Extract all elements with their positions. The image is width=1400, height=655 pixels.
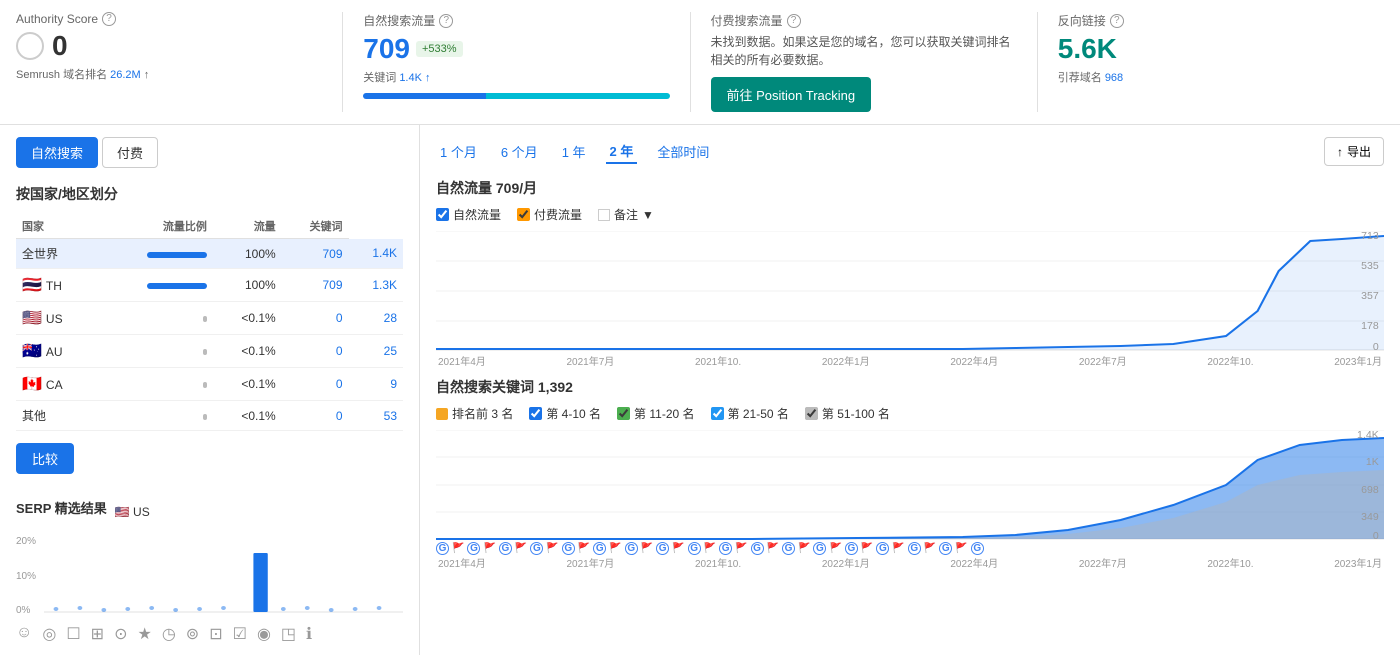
- tab-buttons: 自然搜索 付费: [16, 137, 403, 168]
- g-marker: G: [530, 542, 543, 555]
- col-country: 国家: [16, 214, 94, 239]
- chart1-legend: 自然流量 付费流量 备注 ▼: [436, 206, 1384, 223]
- organic-traffic-info-icon[interactable]: ?: [439, 14, 453, 28]
- kw-top3-dot: [436, 408, 448, 420]
- organic-traffic-checkbox[interactable]: [436, 208, 449, 221]
- serp-region: 🇺🇸 US: [115, 505, 150, 519]
- time-1month[interactable]: 1 个月: [436, 140, 481, 163]
- svg-text:713: 713: [1361, 231, 1379, 242]
- organic-traffic-metric: 自然搜索流量 ? 709 +533% 关键词 1.4K ↑: [343, 12, 690, 112]
- svg-text:535: 535: [1361, 261, 1379, 272]
- g-marker: G: [939, 542, 952, 555]
- time-2years[interactable]: 2 年: [606, 139, 638, 164]
- g-marker: G: [876, 542, 889, 555]
- tab-paid[interactable]: 付费: [102, 137, 158, 168]
- authority-score-label: Authority Score ?: [16, 12, 322, 26]
- left-panel: 自然搜索 付费 按国家/地区划分 国家 流量比例 流量 关键词 全世界100%7…: [0, 125, 420, 655]
- table-row: 全世界100%7091.4K: [16, 239, 403, 269]
- ref-domains: 引荐域名 968: [1058, 69, 1364, 85]
- kw-51-100-checkbox[interactable]: [805, 407, 818, 420]
- g-marker: G: [751, 542, 764, 555]
- time-all[interactable]: 全部时间: [653, 140, 713, 163]
- main-content: 自然搜索 付费 按国家/地区划分 国家 流量比例 流量 关键词 全世界100%7…: [0, 125, 1400, 655]
- authority-score-info-icon[interactable]: ?: [102, 12, 116, 26]
- g-marker: G: [813, 542, 826, 555]
- metrics-bar: Authority Score ? 0 Semrush 域名排名 26.2M ↑…: [0, 0, 1400, 125]
- paid-traffic-info-icon[interactable]: ?: [787, 14, 801, 28]
- bottom-icons: ☺ ◎ ☐ ⊞ ⊙ ★ ◷ ⊚ ⊡ ☑ ◉ ◳ ℹ: [16, 624, 403, 644]
- organic-traffic-chart: 713 535 357 178 0 2021年4月 2021年7月 2021年1…: [436, 231, 1384, 361]
- paid-traffic-metric: 付费搜索流量 ? 未找到数据。如果这是您的域名，您可以获取关键词排名相关的所有必…: [691, 12, 1038, 112]
- backlinks-info-icon[interactable]: ?: [1110, 14, 1124, 28]
- serp-section: SERP 精选结果 🇺🇸 US 20% 10% 0%: [16, 498, 403, 644]
- note-legend-box: [598, 209, 610, 221]
- time-6months[interactable]: 6 个月: [497, 140, 542, 163]
- country-table: 国家 流量比例 流量 关键词 全世界100%7091.4K🇹🇭TH100%709…: [16, 214, 403, 431]
- authority-circle: [16, 32, 44, 60]
- keywords-chart: 1.4K 1K 698 349 0 G 🚩 G 🚩 G 🚩 G 🚩: [436, 430, 1384, 560]
- table-row: 🇹🇭TH100%7091.3K: [16, 269, 403, 302]
- keywords-legend: 排名前 3 名 第 4-10 名 第 11-20 名 第 21-50 名 第 5…: [436, 405, 1384, 422]
- semrush-rank-link[interactable]: 26.2M: [110, 69, 141, 81]
- paid-traffic-checkbox[interactable]: [517, 208, 530, 221]
- table-row: 🇨🇦CA<0.1%09: [16, 368, 403, 401]
- time-nav: 1 个月 6 个月 1 年 2 年 全部时间 ↑ 导出: [436, 137, 1384, 166]
- organic-traffic-chart-title: 自然流量 709/月: [436, 178, 1384, 198]
- svg-text:349: 349: [1361, 512, 1379, 523]
- table-row: 🇺🇸US<0.1%028: [16, 302, 403, 335]
- tab-organic[interactable]: 自然搜索: [16, 137, 98, 168]
- svg-text:698: 698: [1361, 485, 1379, 496]
- kw-21-50-checkbox[interactable]: [711, 407, 724, 420]
- kw-4-10-checkbox[interactable]: [529, 407, 542, 420]
- serp-title: SERP 精选结果: [16, 498, 107, 517]
- svg-text:357: 357: [1361, 291, 1379, 302]
- ref-domains-link[interactable]: 968: [1105, 72, 1123, 84]
- table-row: 其他<0.1%053: [16, 401, 403, 431]
- g-marker: G: [908, 542, 921, 555]
- position-tracking-button[interactable]: 前往 Position Tracking: [711, 77, 872, 112]
- svg-text:0: 0: [1373, 342, 1379, 351]
- keywords-chart-title: 自然搜索关键词 1,392: [436, 377, 1384, 397]
- g-marker: G: [971, 542, 984, 555]
- authority-score-metric: Authority Score ? 0 Semrush 域名排名 26.2M ↑: [16, 12, 343, 112]
- g-marker: G: [688, 542, 701, 555]
- g-marker: G: [625, 542, 638, 555]
- g-marker: G: [499, 542, 512, 555]
- g-marker: G: [782, 542, 795, 555]
- g-marker: G: [593, 542, 606, 555]
- backlinks-metric: 反向链接 ? 5.6K 引荐域名 968: [1038, 12, 1384, 112]
- keyword-sub: 关键词 1.4K ↑: [363, 69, 669, 85]
- table-row: 🇦🇺AU<0.1%025: [16, 335, 403, 368]
- g-marker: G: [436, 542, 449, 555]
- kw-11-20-checkbox[interactable]: [617, 407, 630, 420]
- svg-text:178: 178: [1361, 321, 1379, 332]
- country-section-title: 按国家/地区划分: [16, 184, 403, 204]
- traffic-bar: [363, 93, 669, 99]
- right-panel: 1 个月 6 个月 1 年 2 年 全部时间 ↑ 导出 自然流量 709/月 自…: [420, 125, 1400, 655]
- g-marker: G: [562, 542, 575, 555]
- g-marker: G: [719, 542, 732, 555]
- time-1year[interactable]: 1 年: [558, 140, 590, 163]
- col-traffic-pct: 流量比例: [94, 214, 213, 239]
- export-button[interactable]: ↑ 导出: [1324, 137, 1384, 166]
- g-marker: G: [467, 542, 480, 555]
- svg-text:1.4K: 1.4K: [1357, 430, 1379, 441]
- compare-button[interactable]: 比较: [16, 443, 74, 474]
- col-traffic: 流量: [213, 214, 282, 239]
- g-marker: G: [845, 542, 858, 555]
- svg-text:1K: 1K: [1366, 457, 1379, 468]
- serp-chart: [44, 533, 403, 616]
- semrush-rank: Semrush 域名排名 26.2M ↑: [16, 66, 322, 82]
- g-marker: G: [656, 542, 669, 555]
- svg-text:0: 0: [1373, 531, 1379, 540]
- col-keywords: 关键词: [282, 214, 349, 239]
